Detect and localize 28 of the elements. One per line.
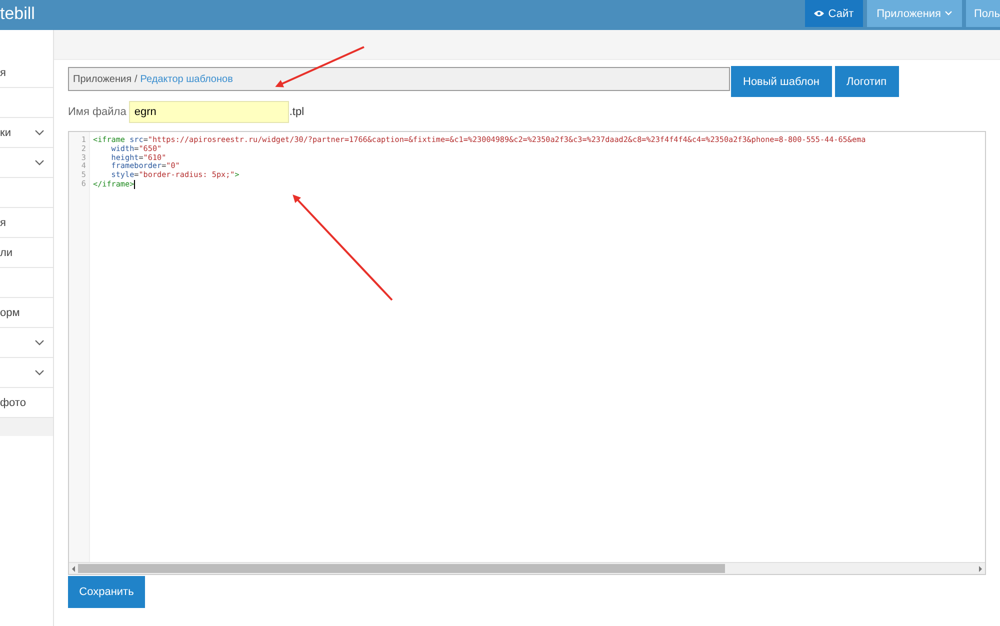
- sidebar-item[interactable]: я: [0, 58, 53, 88]
- chevron-down-icon: [35, 130, 44, 136]
- nav-button[interactable]: Сайт: [805, 0, 863, 27]
- sidebar-footer: [0, 418, 53, 436]
- code-editor[interactable]: [68, 131, 986, 575]
- action-button[interactable]: Логотип: [834, 66, 899, 97]
- action-button[interactable]: Новый шаблон: [731, 66, 832, 97]
- sidebar-item[interactable]: я: [0, 208, 53, 238]
- text-cursor: [134, 180, 136, 189]
- breadcrumb-text: Приложения: [73, 74, 132, 84]
- scrollbar-thumb[interactable]: [78, 564, 725, 573]
- app-title: tebill: [0, 4, 35, 24]
- scroll-left-icon[interactable]: [72, 566, 75, 572]
- scroll-right-icon[interactable]: [979, 566, 982, 572]
- filename-field[interactable]: egrn: [129, 101, 290, 123]
- chevron-down-icon: [35, 160, 44, 166]
- file-extension: .tpl: [289, 106, 304, 118]
- save-button[interactable]: Сохранить: [68, 576, 145, 608]
- horizontal-scrollbar[interactable]: [69, 562, 985, 574]
- field-label: Имя файла: [68, 106, 126, 118]
- sidebar-item[interactable]: орм: [0, 298, 53, 328]
- chevron-down-icon: [35, 370, 44, 376]
- chevron-down-icon: [35, 340, 44, 346]
- caret-icon: [945, 11, 952, 16]
- eye-icon: [814, 10, 824, 17]
- sidebar-item[interactable]: ки: [0, 118, 53, 148]
- breadcrumb-text: /: [134, 74, 138, 84]
- sidebar-item[interactable]: ли: [0, 238, 53, 268]
